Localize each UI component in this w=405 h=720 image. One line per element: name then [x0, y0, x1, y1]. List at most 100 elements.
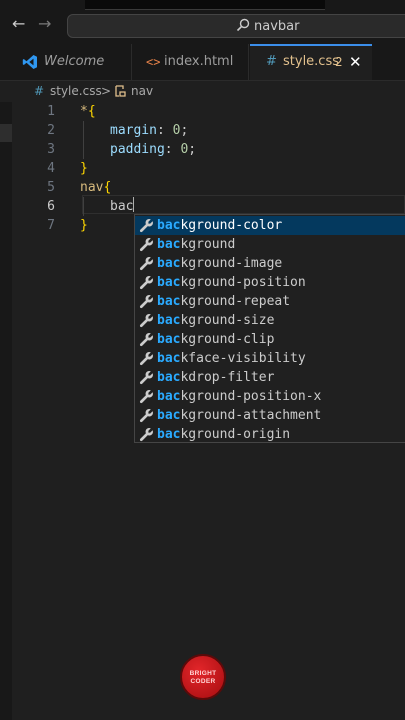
- code-line: margin: 0;: [110, 121, 188, 140]
- suggestion-item[interactable]: backdrop-filter: [135, 368, 405, 387]
- css-property: margin: [110, 123, 157, 138]
- wrench-icon: [139, 351, 154, 366]
- breadcrumb-separator: >: [101, 84, 112, 98]
- command-center-search[interactable]: navbar: [67, 14, 405, 38]
- code-line: *{: [80, 102, 96, 121]
- suggestion-rest: kground-repeat: [180, 294, 291, 309]
- suggestion-item[interactable]: background-position-x: [135, 387, 405, 406]
- editor-tab-bar: Welcome <> index.html # style.css 2 ✕: [0, 44, 405, 81]
- suggestion-item[interactable]: background-size: [135, 311, 405, 330]
- suggestion-match: bac: [157, 427, 181, 442]
- suggestion-item[interactable]: background-origin: [135, 425, 405, 444]
- activity-gutter: [0, 102, 12, 720]
- css-brace: {: [87, 104, 96, 119]
- suggestion-item[interactable]: background-attachment: [135, 406, 405, 425]
- css-rule-icon: [115, 85, 126, 97]
- css-brace: {: [103, 180, 112, 195]
- suggestion-rest: kground-size: [180, 313, 275, 328]
- suggestion-rest: kground-attachment: [180, 408, 322, 423]
- search-text: navbar: [254, 19, 300, 34]
- tab-label: index.html: [164, 54, 234, 69]
- gutter-marker: [0, 124, 12, 142]
- breadcrumb: # style.css > nav: [0, 80, 405, 102]
- suggestion-item[interactable]: background: [135, 235, 405, 254]
- html-file-icon: <>: [146, 55, 161, 69]
- suggestion-rest: kface-visibility: [180, 351, 306, 366]
- suggestion-match: bac: [157, 237, 181, 252]
- text-cursor: [133, 197, 135, 212]
- suggestion-rest: kground-position: [180, 275, 306, 290]
- code-line: }: [80, 216, 88, 235]
- suggestion-label: backdrop-filter: [157, 368, 274, 387]
- suggestion-rest: kground-color: [180, 218, 283, 233]
- indent-guide: [83, 121, 84, 159]
- line-number: 6: [47, 199, 55, 214]
- css-colon: :: [164, 142, 181, 157]
- code-line: nav{: [80, 178, 111, 197]
- breadcrumb-symbol[interactable]: nav: [131, 80, 153, 102]
- line-number: 4: [47, 161, 55, 176]
- suggestion-item[interactable]: backface-visibility: [135, 349, 405, 368]
- line-number: 2: [47, 123, 55, 138]
- tab-label: Welcome: [44, 54, 105, 69]
- window-strip: [85, 0, 325, 10]
- suggestion-rest: kdrop-filter: [180, 370, 275, 385]
- suggestion-match: bac: [157, 256, 181, 271]
- suggestion-item[interactable]: background-position: [135, 273, 405, 292]
- suggestion-item[interactable]: background-clip: [135, 330, 405, 349]
- suggestion-label: background: [157, 235, 235, 254]
- logo-text-line2: CODER: [190, 678, 216, 685]
- suggestion-item[interactable]: background-repeat: [135, 292, 405, 311]
- suggestion-match: bac: [157, 332, 181, 347]
- suggestion-match: bac: [157, 408, 181, 423]
- typed-text: bac: [110, 199, 134, 214]
- wrench-icon: [139, 294, 154, 309]
- autocomplete-suggestions: background-color background background-ima…: [134, 214, 405, 443]
- title-bar: ← → navbar: [0, 0, 405, 44]
- suggestion-rest: kground-origin: [180, 427, 291, 442]
- code-line: bac: [110, 197, 135, 216]
- code-line: }: [80, 159, 88, 178]
- css-selector: nav: [80, 180, 104, 195]
- suggestion-match: bac: [157, 351, 181, 366]
- suggestion-match: bac: [157, 275, 181, 290]
- suggestion-label: background-size: [157, 311, 274, 330]
- suggestion-item[interactable]: background-image: [135, 254, 405, 273]
- back-arrow-icon[interactable]: ←: [12, 16, 25, 32]
- wrench-icon: [139, 408, 154, 423]
- breadcrumb-file[interactable]: style.css: [50, 80, 102, 102]
- line-number: 5: [47, 180, 55, 195]
- css-file-icon: #: [266, 54, 277, 69]
- problems-count-badge: 2: [335, 55, 343, 69]
- wrench-icon: [139, 313, 154, 328]
- suggestion-item[interactable]: background-color: [135, 216, 405, 235]
- wrench-icon: [139, 389, 154, 404]
- css-semicolon: ;: [180, 123, 189, 138]
- bright-coder-logo: BRIGHT CODER: [180, 654, 226, 700]
- wrench-icon: [139, 370, 154, 385]
- tab-welcome[interactable]: Welcome: [12, 44, 130, 80]
- wrench-icon: [139, 275, 154, 290]
- suggestion-label: background-attachment: [157, 406, 321, 425]
- tab-index-html[interactable]: <> index.html: [131, 44, 249, 80]
- tab-style-css[interactable]: # style.css 2 ✕: [250, 44, 372, 80]
- suggestion-rest: kground: [180, 237, 236, 252]
- css-colon: :: [156, 123, 173, 138]
- suggestion-label: background-position-x: [157, 387, 321, 406]
- vscode-logo-icon: [22, 55, 37, 69]
- line-number: 1: [47, 104, 55, 119]
- forward-arrow-icon[interactable]: →: [38, 16, 51, 32]
- wrench-icon: [139, 256, 154, 271]
- close-icon[interactable]: ✕: [349, 44, 362, 80]
- suggestion-label: background-repeat: [157, 292, 290, 311]
- suggestion-label: background-color: [157, 216, 282, 235]
- wrench-icon: [139, 237, 154, 252]
- line-number: 3: [47, 142, 55, 157]
- wrench-icon: [139, 427, 154, 442]
- css-semicolon: ;: [188, 142, 197, 157]
- css-selector: *: [80, 104, 88, 119]
- suggestion-label: background-clip: [157, 330, 274, 349]
- suggestion-label: background-origin: [157, 425, 290, 444]
- suggestion-match: bac: [157, 294, 181, 309]
- indent-guide: [83, 197, 84, 216]
